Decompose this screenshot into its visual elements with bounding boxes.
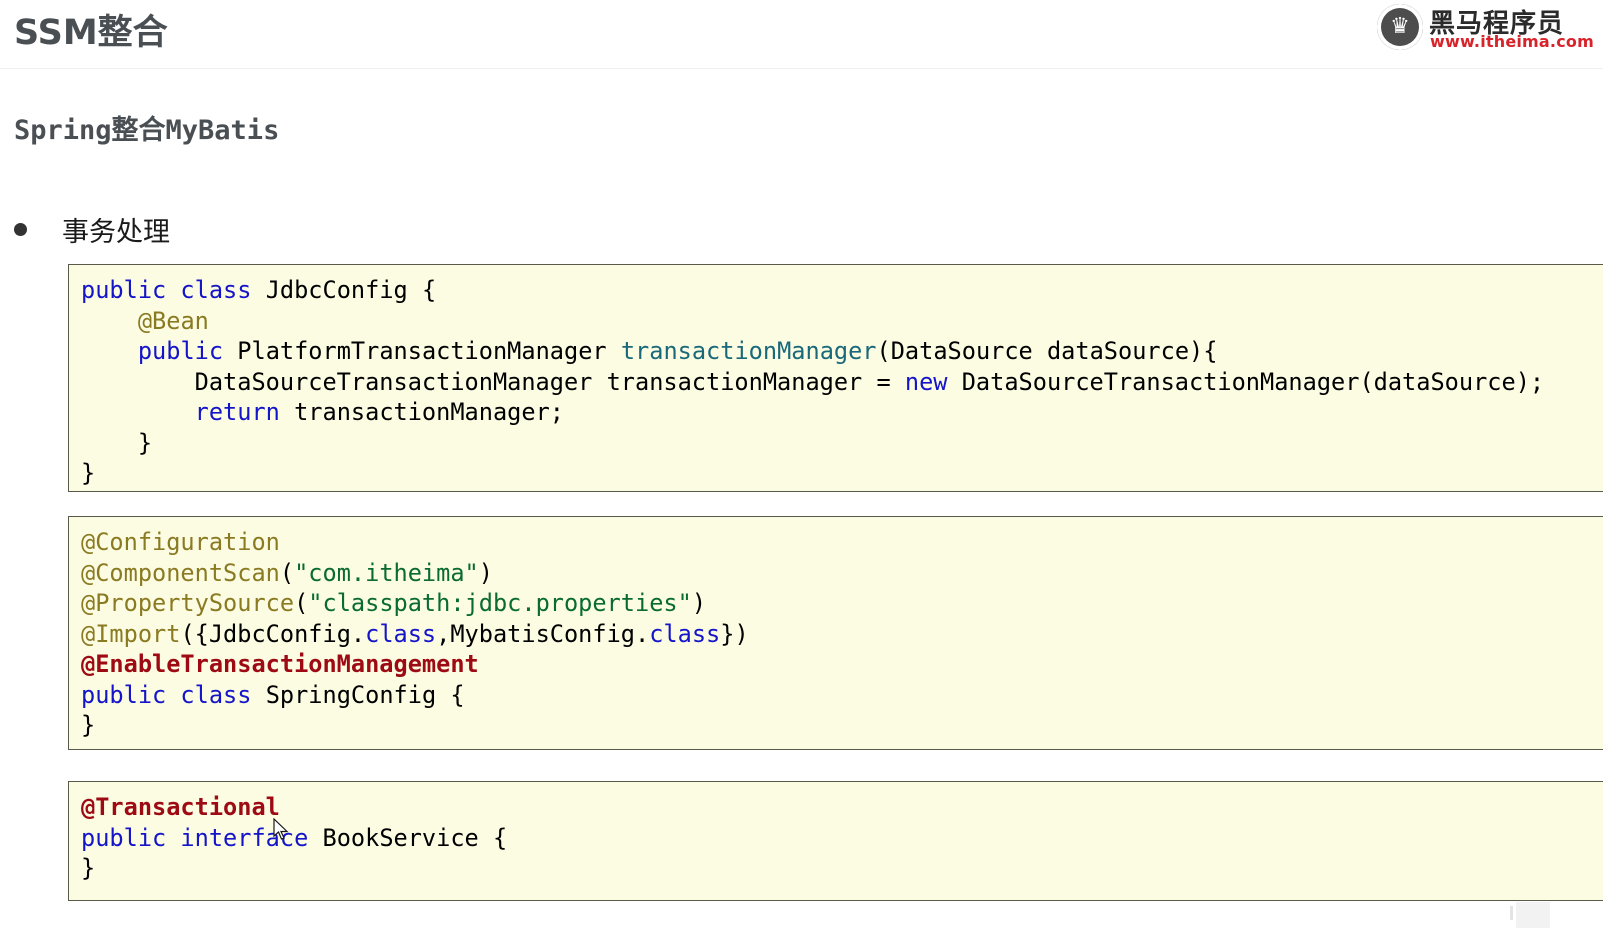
page-title: SSM整合 [14,13,168,53]
bottom-right-artifact-tick [1510,906,1513,920]
section-title: Spring整合MyBatis [14,115,280,146]
slide-page: SSM整合 ♛ 黑马程序员 www.itheima.com Spring整合My… [0,0,1603,928]
bullet-dot-icon [14,222,27,236]
brand-url-label: www.itheima.com [1430,32,1594,51]
code-block-book-service: @Transactional public interface BookServ… [68,781,1603,901]
bottom-right-artifact [1516,902,1550,928]
brand-logo: ♛ 黑马程序员 www.itheima.com [1377,2,1603,54]
bullet-item: 事务处理 [14,210,170,248]
horse-head-icon: ♛ [1377,4,1423,50]
page-header: SSM整合 ♛ 黑马程序员 www.itheima.com [0,0,1603,69]
bullet-item-label: 事务处理 [62,216,170,248]
code-block-spring-config: @Configuration @ComponentScan("com.ithei… [68,516,1603,750]
code-content: public class JdbcConfig { @Bean public P… [81,276,1545,487]
code-block-jdbc-config: public class JdbcConfig { @Bean public P… [68,264,1603,492]
horse-glyph: ♛ [1390,14,1410,39]
code-content: @Transactional public interface BookServ… [81,793,508,882]
code-content: @Configuration @ComponentScan("com.ithei… [81,528,749,739]
